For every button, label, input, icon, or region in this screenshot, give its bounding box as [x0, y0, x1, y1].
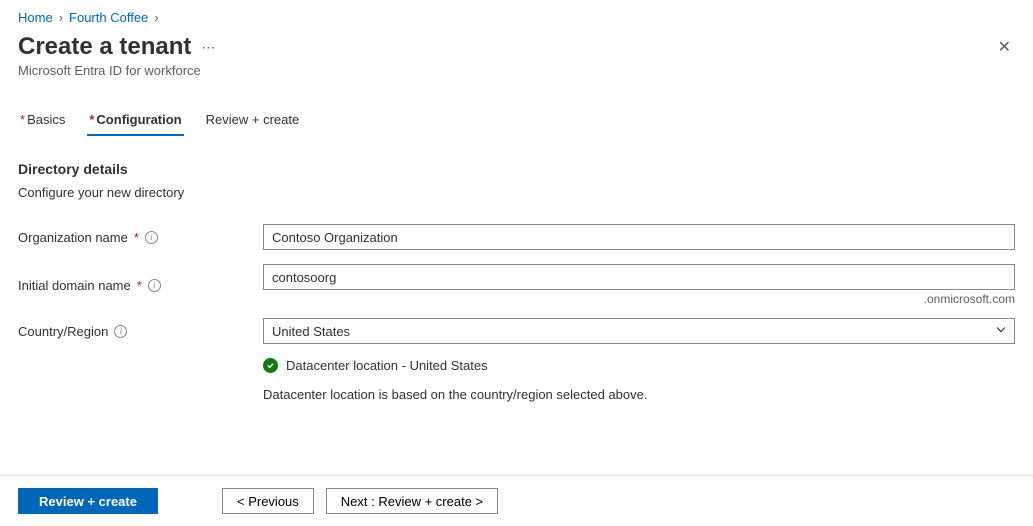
- required-marker: *: [137, 278, 142, 293]
- section-desc: Configure your new directory: [18, 185, 1015, 200]
- country-region-select[interactable]: [263, 318, 1015, 344]
- close-icon[interactable]: ✕: [994, 33, 1015, 61]
- breadcrumb: Home › Fourth Coffee ›: [18, 10, 1015, 25]
- domain-name-input[interactable]: [263, 264, 1015, 290]
- tab-review-create[interactable]: Review + create: [204, 106, 302, 135]
- info-icon[interactable]: i: [114, 325, 127, 338]
- section-title: Directory details: [18, 161, 1015, 177]
- required-marker: *: [89, 112, 94, 127]
- next-button[interactable]: Next : Review + create >: [326, 488, 498, 514]
- tab-basics[interactable]: *Basics: [18, 106, 67, 135]
- domain-name-label: Initial domain name: [18, 278, 131, 293]
- tab-configuration[interactable]: *Configuration: [87, 106, 183, 135]
- chevron-right-icon: ›: [59, 10, 63, 25]
- breadcrumb-home[interactable]: Home: [18, 10, 53, 25]
- more-actions-button[interactable]: ⋯: [201, 39, 216, 56]
- info-icon[interactable]: i: [148, 279, 161, 292]
- previous-button[interactable]: < Previous: [222, 488, 314, 514]
- breadcrumb-parent[interactable]: Fourth Coffee: [69, 10, 148, 25]
- tabs: *Basics *Configuration Review + create: [18, 106, 1015, 135]
- chevron-right-icon: ›: [154, 10, 158, 25]
- page-subtitle: Microsoft Entra ID for workforce: [18, 63, 1015, 78]
- review-create-button[interactable]: Review + create: [18, 488, 158, 514]
- org-name-label: Organization name: [18, 230, 128, 245]
- form: Organization name * i Initial domain nam…: [18, 224, 1015, 402]
- required-marker: *: [20, 112, 25, 127]
- tab-label: Basics: [27, 112, 65, 127]
- datacenter-note: Datacenter location is based on the coun…: [263, 387, 1015, 402]
- tab-label: Configuration: [96, 112, 181, 127]
- domain-suffix: .onmicrosoft.com: [263, 292, 1015, 306]
- page-title: Create a tenant: [18, 33, 191, 61]
- datacenter-location: Datacenter location - United States: [286, 358, 488, 373]
- check-circle-icon: [263, 358, 278, 373]
- footer-actions: Review + create < Previous Next : Review…: [0, 475, 1033, 526]
- country-region-label: Country/Region: [18, 324, 108, 339]
- tab-label: Review + create: [206, 112, 300, 127]
- required-marker: *: [134, 230, 139, 245]
- info-icon[interactable]: i: [145, 231, 158, 244]
- org-name-input[interactable]: [263, 224, 1015, 250]
